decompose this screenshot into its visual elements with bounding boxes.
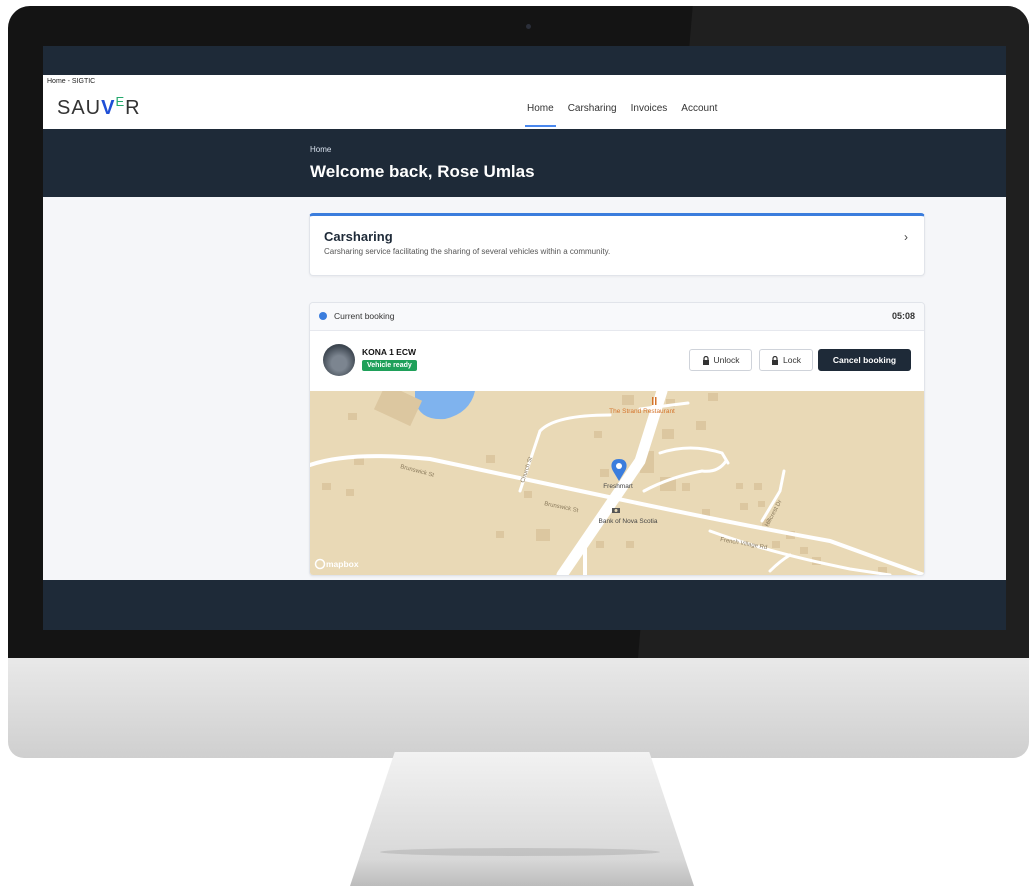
unlock-label: Unlock [713, 355, 740, 365]
logo-e: E [115, 94, 126, 109]
lock-icon [702, 355, 709, 365]
main-nav: Home Carsharing Invoices Account [525, 103, 717, 127]
vehicle-name: KONA 1 ECW [362, 347, 416, 357]
breadcrumb[interactable]: Home [310, 145, 331, 154]
logo-suffix: R [125, 97, 141, 119]
carsharing-card[interactable]: Carsharing Carsharing service facilitati… [309, 213, 925, 276]
monitor-stand [350, 752, 694, 886]
carsharing-description: Carsharing service facilitating the shar… [324, 247, 611, 256]
bank-icon [612, 508, 620, 513]
status-dot-icon [319, 312, 327, 320]
lock-label: Lock [783, 355, 801, 365]
logo-v: V [101, 97, 116, 119]
lock-button[interactable]: Lock [759, 349, 813, 371]
main-content: Carsharing Carsharing service facilitati… [43, 197, 1006, 580]
status-badge: Vehicle ready [362, 360, 417, 371]
nav-carsharing[interactable]: Carsharing [568, 103, 617, 114]
map-label-bank: Bank of Nova Scotia [599, 518, 658, 525]
chevron-right-icon[interactable]: › [904, 230, 908, 244]
carsharing-title: Carsharing [324, 229, 393, 244]
app-header: Home - SIGTIC SAUVER Home Carsharing Inv… [43, 75, 1006, 129]
page-title: Welcome back, Rose Umlas [310, 162, 535, 181]
booking-card: Current booking 05:08 KONA 1 ECW Vehicle… [309, 302, 925, 576]
cancel-booking-button[interactable]: Cancel booking [818, 349, 911, 371]
nav-account[interactable]: Account [681, 103, 717, 114]
map[interactable]: The Strand Restaurant Brunswick St Bruns… [310, 391, 924, 575]
booking-header: Current booking 05:08 [310, 303, 924, 331]
booking-label: Current booking [334, 311, 395, 321]
nav-home[interactable]: Home [525, 103, 556, 127]
nav-invoices[interactable]: Invoices [631, 103, 668, 114]
unlock-button[interactable]: Unlock [689, 349, 752, 371]
lock-icon [772, 355, 779, 365]
stand-shadow [380, 848, 660, 856]
logo-prefix: SAU [57, 97, 102, 119]
mapbox-attribution: mapbox [326, 559, 359, 569]
logo[interactable]: SAUVER [57, 94, 141, 120]
monitor-chin [8, 658, 1029, 758]
map-label-freshmart: Freshmart [603, 483, 633, 490]
footer [43, 580, 1006, 630]
browser-strip [43, 46, 1006, 75]
hero-banner: Home Welcome back, Rose Umlas [43, 129, 1006, 197]
tab-title: Home - SIGTIC [47, 78, 96, 85]
map-label-restaurant: The Strand Restaurant [609, 408, 675, 415]
vehicle-avatar [323, 344, 355, 376]
booking-timer: 05:08 [891, 311, 915, 321]
camera-icon [526, 24, 531, 29]
cancel-booking-label: Cancel booking [832, 355, 897, 365]
screen: Home - SIGTIC SAUVER Home Carsharing Inv… [43, 46, 1006, 630]
